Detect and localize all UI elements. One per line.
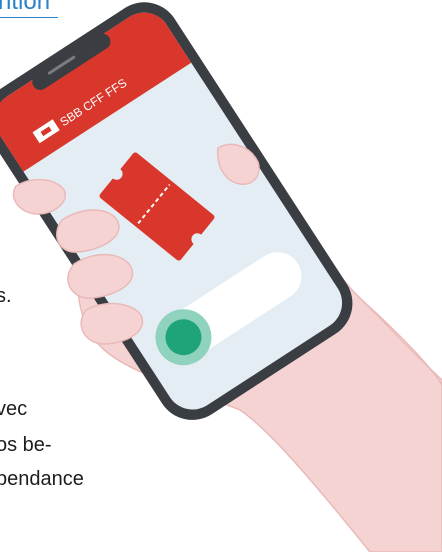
phone-illustration: SBB CFF FFS <box>0 2 442 552</box>
